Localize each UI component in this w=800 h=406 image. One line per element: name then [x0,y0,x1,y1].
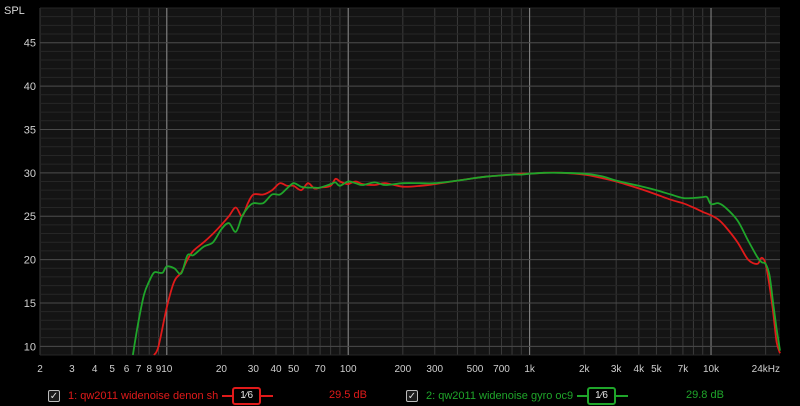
x-tick-label: 700 [493,364,510,375]
x-tick-label: 5k [651,364,663,375]
x-tick-label: 7 [136,364,142,375]
x-tick-label: 70 [315,364,327,375]
series-1-line-swatch [222,395,233,397]
y-tick-label: 40 [24,81,36,93]
legend-item-2: ✓ 2: qw2011 widenoise gyro oc9 1⁄6 [406,386,628,406]
y-tick-label: 45 [24,38,36,50]
x-tick-label: 30 [248,364,260,375]
series-2-level: 29.8 dB [686,389,724,401]
x-tick-label: 20 [216,364,228,375]
x-tick-label: 1k [524,364,536,375]
x-tick-label: 3 [69,364,75,375]
x-tick-label: 100 [340,364,357,375]
y-tick-label: 20 [24,255,36,267]
x-tick-label: 10k [703,364,720,375]
series-2-line-swatch [577,395,588,397]
x-tick-label: 2k [579,364,591,375]
series-1-name[interactable]: 1: qw2011 widenoise denon sh [68,390,218,402]
x-tick-label: 200 [394,364,411,375]
series-1-checkbox[interactable]: ✓ [48,390,60,402]
x-tick-label: 500 [467,364,484,375]
y-tick-label: 30 [24,168,36,180]
series-1-line-swatch-right [261,395,274,397]
smoothing-label: 1⁄6 [240,390,254,401]
x-tick-label: 24kHz [752,364,780,375]
check-icon: ✓ [407,390,417,402]
series-2-smoothing-button[interactable]: 1⁄6 [587,387,616,405]
x-tick-label: 50 [288,364,300,375]
series-1-level: 29.5 dB [329,389,367,401]
series-2-line-swatch-right [615,395,628,397]
x-tick-label: 8 [146,364,152,375]
series-1-smoothing-button[interactable]: 1⁄6 [232,387,262,405]
x-tick-label: 4 [92,364,98,375]
frequency-response-chart: 1015202530354045 2 3 4 5 6 7 8 9 10 20 30 40 50 70 100… [0,0,800,386]
series-2-checkbox[interactable]: ✓ [406,390,418,402]
x-tick-label: 40 [270,364,282,375]
legend-item-1: ✓ 1: qw2011 widenoise denon sh 1⁄6 [48,386,274,406]
smoothing-label: 1⁄6 [595,390,608,401]
series-2-name[interactable]: 2: qw2011 widenoise gyro oc9 [426,390,573,402]
y-axis-label: SPL [4,5,25,17]
x-tick-label: 5 [109,364,115,375]
y-tick-label: 25 [24,211,36,223]
x-tick-label: 10 [161,364,173,375]
x-tick-label: 2 [37,364,43,375]
x-tick-label: 6 [124,364,130,375]
x-tick-label: 3k [611,364,623,375]
y-tick-label: 35 [24,124,36,136]
x-tick-label: 4k [634,364,646,375]
x-tick-label: 300 [426,364,443,375]
y-tick-label: 15 [24,298,36,310]
y-tick-label: 10 [24,341,36,353]
check-icon: ✓ [49,390,59,402]
x-tick-label: 7k [678,364,690,375]
